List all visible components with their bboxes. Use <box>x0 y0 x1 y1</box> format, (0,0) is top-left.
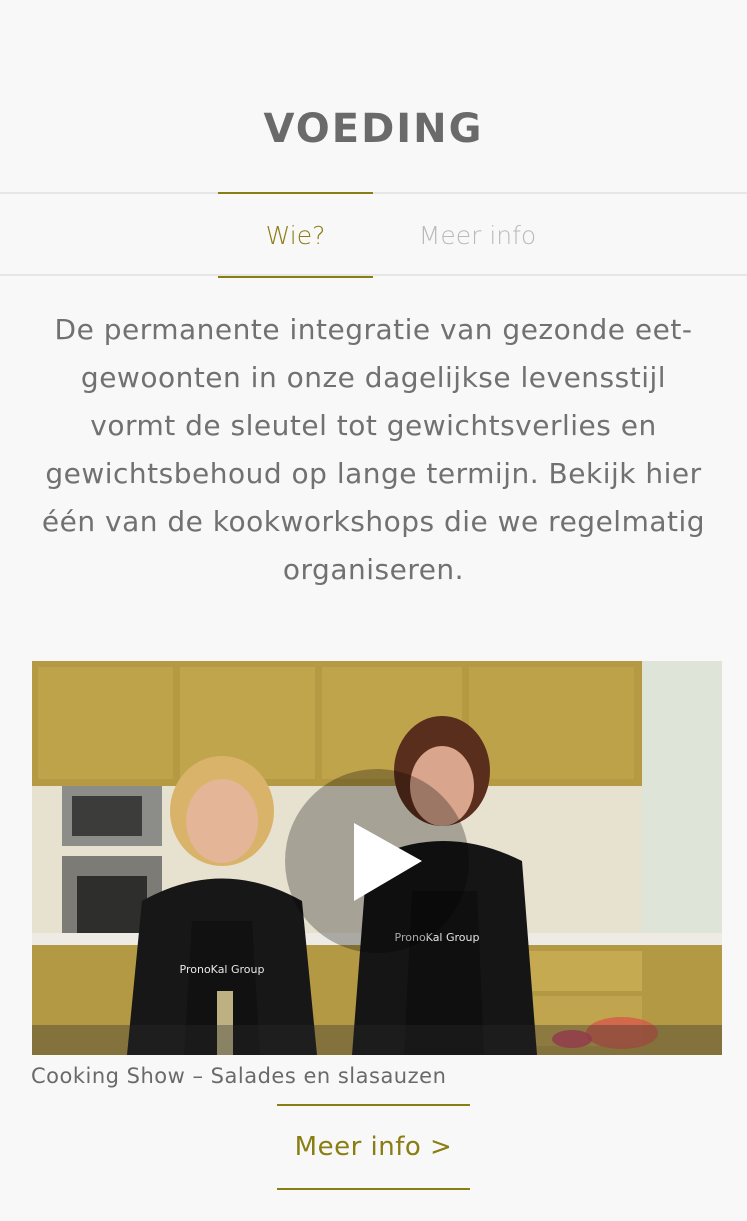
apron-logo-left: PronoKal Group <box>180 963 265 976</box>
tab-wie[interactable]: Wie? <box>218 192 373 278</box>
tab-meer-info[interactable]: Meer info <box>400 192 555 278</box>
tab-bar: Wie? Meer info <box>0 192 747 278</box>
video-caption: Cooking Show – Salades en slasauzen <box>31 1064 447 1088</box>
page: VOEDING Wie? Meer info De permanente int… <box>0 0 747 1221</box>
page-title: VOEDING <box>263 105 484 152</box>
meer-info-button[interactable]: Meer info > <box>277 1104 470 1190</box>
video-thumbnail: PronoKal Group PronoKal Group <box>32 661 722 1055</box>
video-player[interactable]: PronoKal Group PronoKal Group <box>32 661 722 1055</box>
intro-text: De permanente integratie van gezonde eet… <box>41 313 706 586</box>
